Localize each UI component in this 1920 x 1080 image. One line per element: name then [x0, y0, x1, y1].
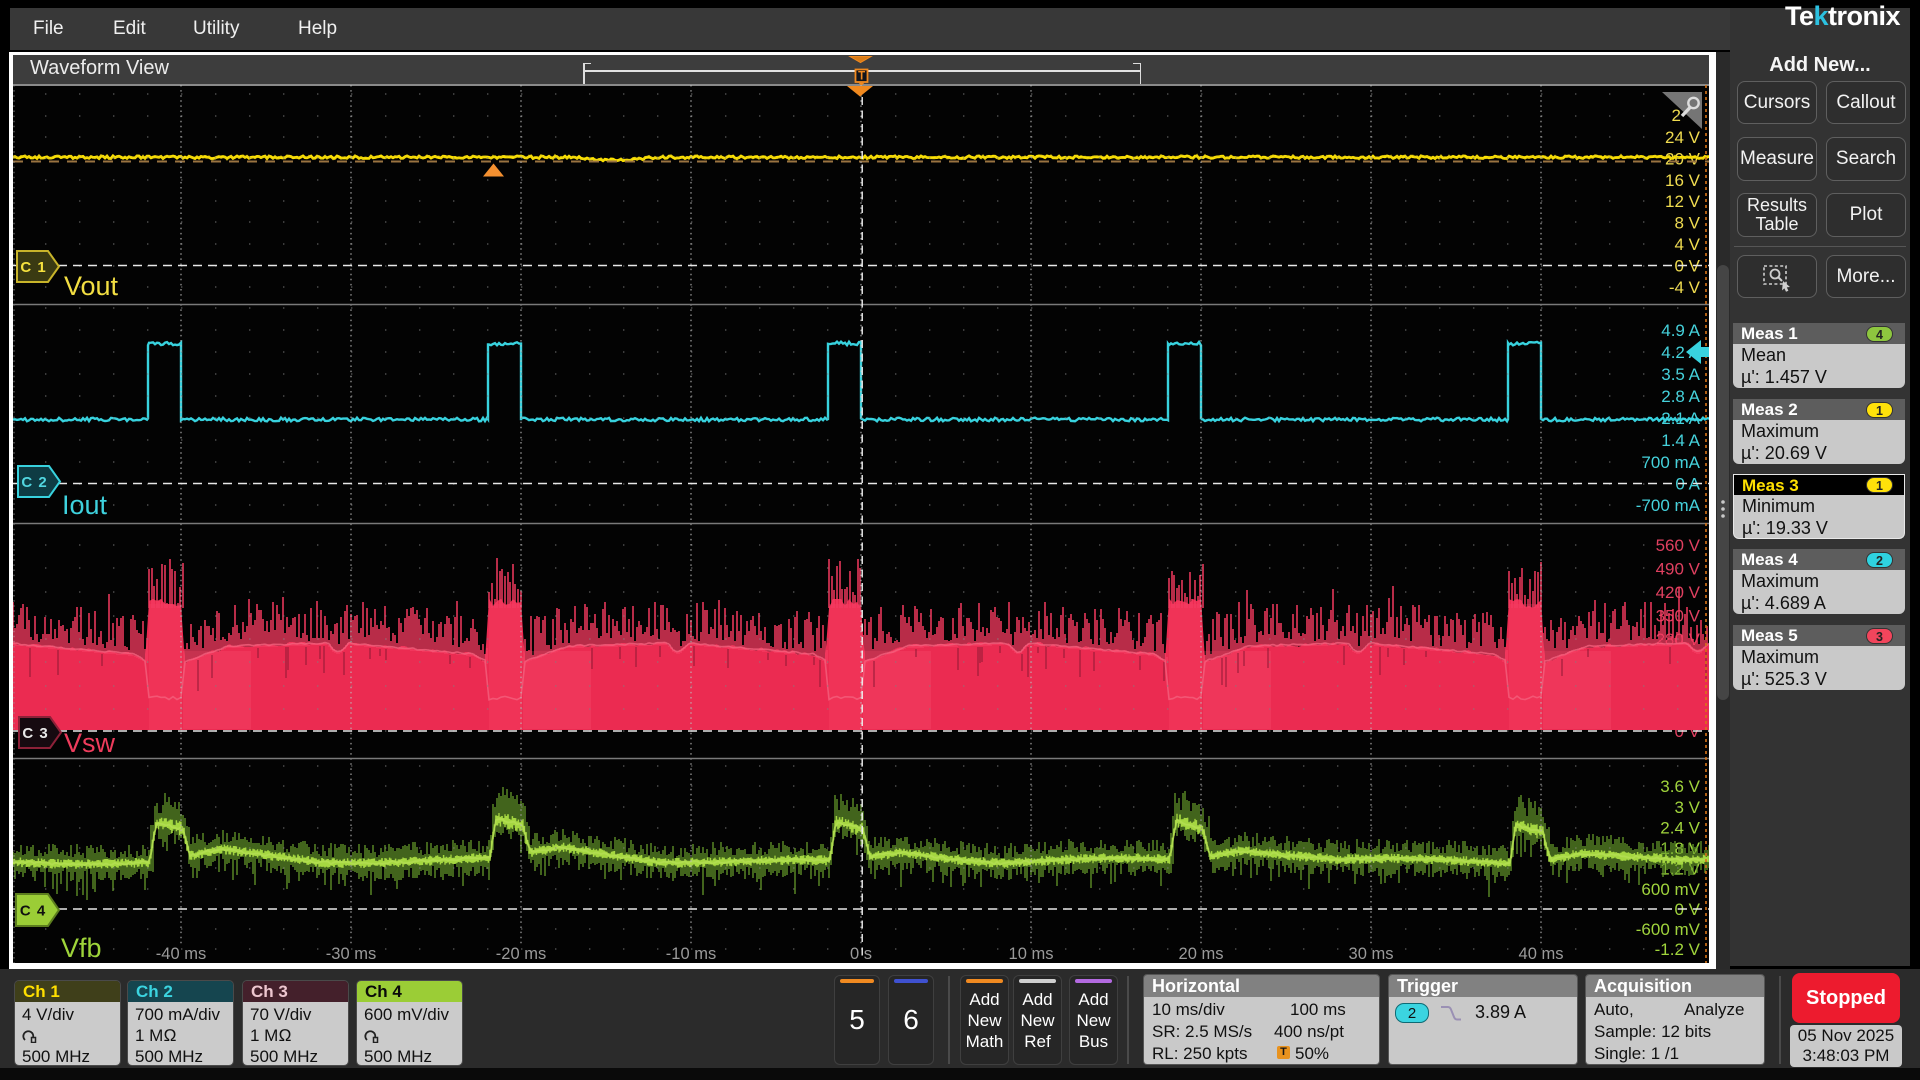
svg-text:2: 2: [1672, 106, 1681, 125]
svg-text:12 V: 12 V: [1665, 192, 1701, 211]
svg-text:-10 ms: -10 ms: [666, 945, 716, 963]
svg-text:30 ms: 30 ms: [1349, 945, 1394, 963]
svg-text:24 V: 24 V: [1665, 128, 1701, 147]
svg-text:-30 ms: -30 ms: [326, 945, 376, 963]
svg-text:Vsw: Vsw: [64, 728, 116, 758]
svg-text:Iout: Iout: [62, 490, 108, 520]
svg-text:20 ms: 20 ms: [1179, 945, 1224, 963]
svg-text:600 mV: 600 mV: [1641, 880, 1700, 899]
svg-text:-40 ms: -40 ms: [156, 945, 206, 963]
svg-text:2.8 A: 2.8 A: [1661, 387, 1700, 406]
svg-text:T: T: [858, 71, 865, 83]
svg-text:-20 ms: -20 ms: [496, 945, 546, 963]
svg-text:C 1: C 1: [20, 259, 46, 276]
svg-text:C 3: C 3: [22, 725, 48, 742]
svg-text:-600 mV: -600 mV: [1636, 920, 1701, 939]
svg-text:C 2: C 2: [21, 474, 47, 491]
svg-text:3.5 A: 3.5 A: [1661, 365, 1700, 384]
svg-text:3.6 V: 3.6 V: [1660, 777, 1700, 796]
svg-text:1.4 A: 1.4 A: [1661, 431, 1700, 450]
svg-text:C 4: C 4: [20, 903, 46, 920]
svg-text:-4 V: -4 V: [1669, 278, 1701, 297]
svg-text:2.4 V: 2.4 V: [1660, 819, 1700, 838]
svg-text:40 ms: 40 ms: [1519, 945, 1564, 963]
svg-text:0 s: 0 s: [850, 945, 872, 963]
svg-text:8 V: 8 V: [1674, 214, 1700, 233]
svg-text:700 mA: 700 mA: [1641, 453, 1700, 472]
svg-text:10 ms: 10 ms: [1009, 945, 1054, 963]
svg-text:490 V: 490 V: [1656, 560, 1701, 579]
svg-text:16 V: 16 V: [1665, 171, 1701, 190]
svg-text:Vout: Vout: [64, 271, 119, 301]
svg-text:Vfb: Vfb: [61, 933, 102, 963]
svg-text:-700 mA: -700 mA: [1636, 496, 1701, 515]
svg-text:4.9 A: 4.9 A: [1661, 321, 1700, 340]
